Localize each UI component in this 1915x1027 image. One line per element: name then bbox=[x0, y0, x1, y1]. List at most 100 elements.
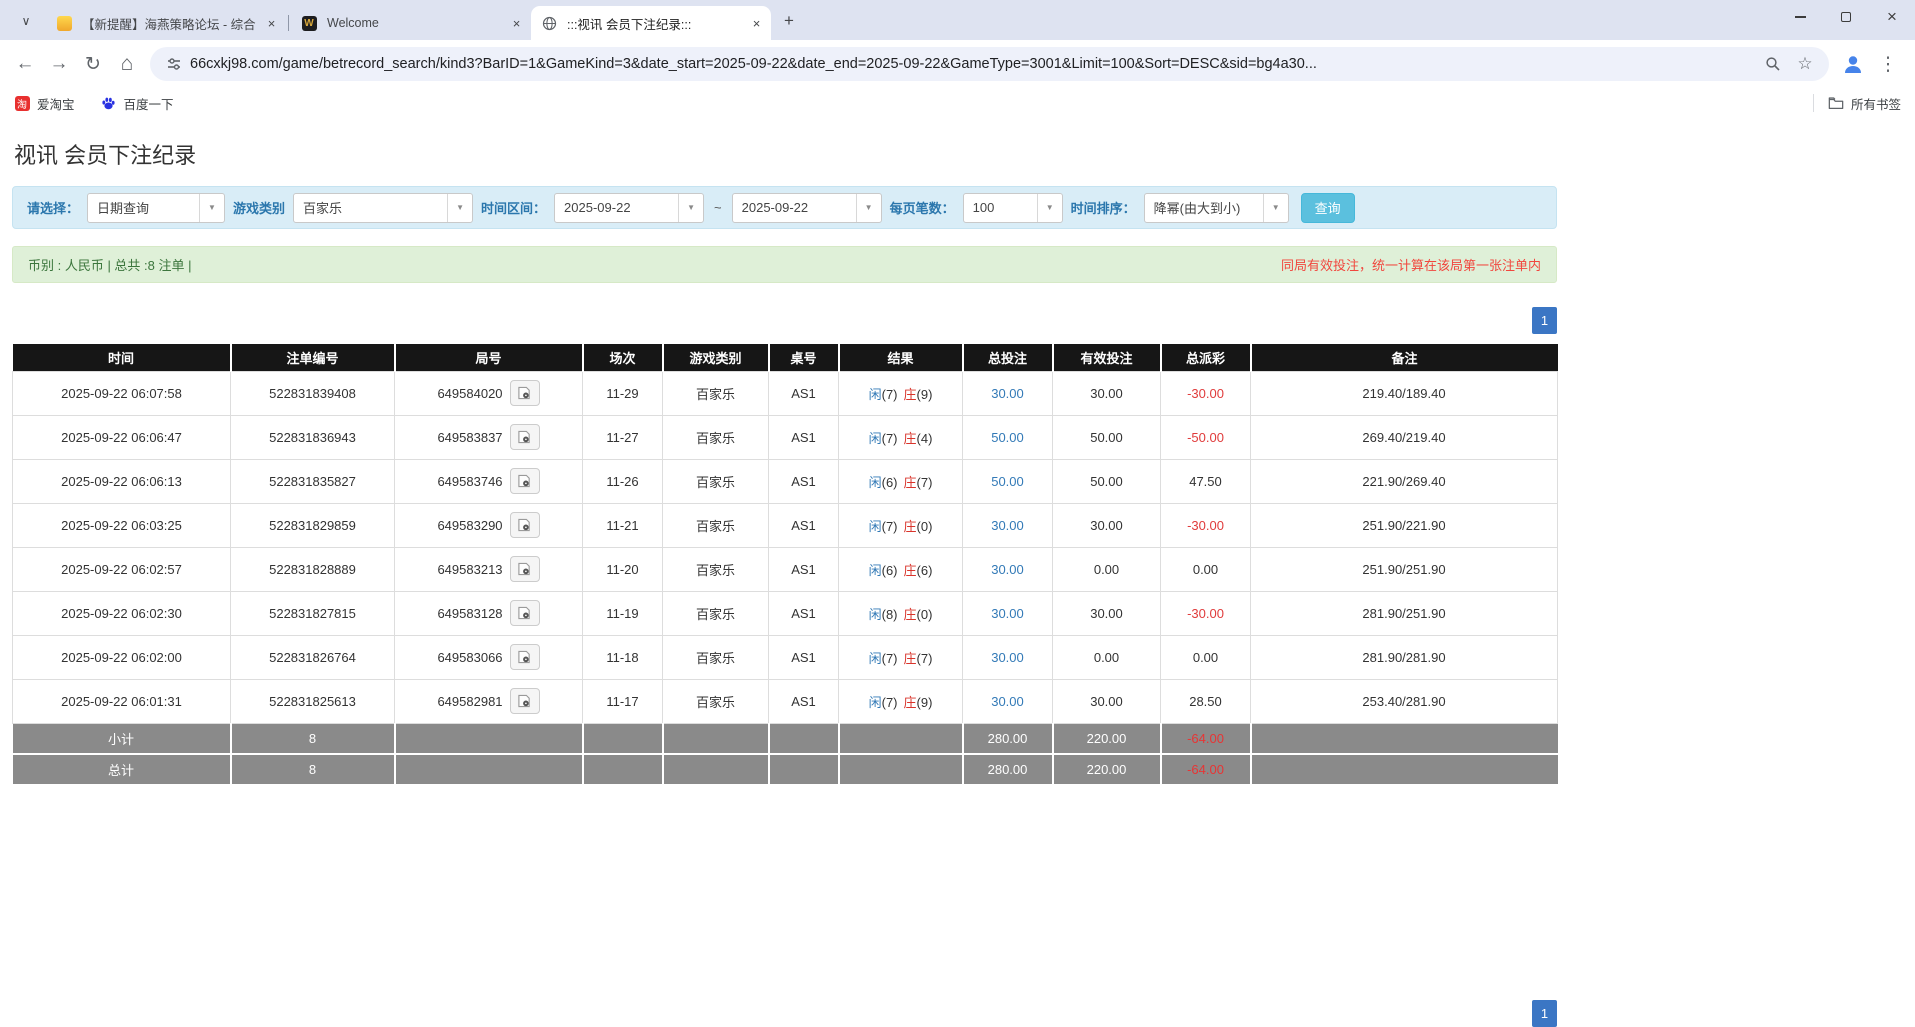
select-label: 请选择： bbox=[27, 198, 79, 217]
notice-text: 同局有效投注，统一计算在该局第一张注单内 bbox=[1281, 255, 1541, 274]
cell-result: 闲(7)庄(0) bbox=[839, 503, 963, 547]
game-type-select[interactable]: 百家乐 ▼ bbox=[293, 193, 473, 223]
cell-total-bet[interactable]: 30.00 bbox=[963, 591, 1053, 635]
cell-note: 269.40/219.40 bbox=[1251, 415, 1558, 459]
profile-avatar[interactable] bbox=[1839, 50, 1867, 78]
close-icon[interactable]: × bbox=[748, 15, 765, 32]
video-icon bbox=[517, 386, 532, 400]
chevron-down-icon[interactable]: ▼ bbox=[1037, 194, 1062, 222]
chevron-down-icon[interactable]: ▼ bbox=[856, 194, 881, 222]
header-session: 场次 bbox=[583, 344, 663, 371]
video-replay-button[interactable] bbox=[510, 644, 540, 670]
banker-score: (9) bbox=[917, 387, 933, 402]
cell-game: 百家乐 bbox=[663, 635, 769, 679]
close-window-button[interactable]: × bbox=[1869, 0, 1915, 34]
tab-search-button[interactable]: ∨ bbox=[12, 7, 40, 35]
player-score: (7) bbox=[882, 431, 898, 446]
search-button[interactable]: 查询 bbox=[1301, 193, 1355, 223]
date-end-input[interactable]: 2025-09-22 ▼ bbox=[732, 193, 882, 223]
new-tab-button[interactable]: + bbox=[775, 7, 803, 35]
bookmark-taobao[interactable]: 淘 爱淘宝 bbox=[14, 94, 75, 113]
cell-session: 11-29 bbox=[583, 371, 663, 415]
chevron-down-icon[interactable]: ▼ bbox=[1263, 194, 1288, 222]
cell-result: 闲(7)庄(4) bbox=[839, 415, 963, 459]
minimize-button[interactable] bbox=[1777, 0, 1823, 34]
banker-score: (0) bbox=[917, 519, 933, 534]
tab-forum[interactable]: 【新提醒】海燕策略论坛 - 综合 × bbox=[46, 6, 286, 40]
video-replay-button[interactable] bbox=[510, 556, 540, 582]
reload-icon: ↻ bbox=[85, 53, 101, 76]
folder-icon bbox=[1828, 95, 1844, 111]
chevron-down-icon[interactable]: ▼ bbox=[447, 194, 472, 222]
site-info-icon[interactable] bbox=[162, 52, 186, 76]
player-score: (6) bbox=[882, 475, 898, 490]
video-replay-button[interactable] bbox=[510, 600, 540, 626]
bookmark-label: 百度一下 bbox=[124, 94, 174, 113]
cell-time: 2025-09-22 06:02:57 bbox=[13, 547, 231, 591]
banker-label: 庄 bbox=[904, 607, 917, 622]
banker-label: 庄 bbox=[904, 387, 917, 402]
round-number: 649583290 bbox=[437, 518, 502, 533]
sort-select[interactable]: 降幂(由大到小) ▼ bbox=[1144, 193, 1289, 223]
home-button[interactable]: ⌂ bbox=[110, 47, 144, 81]
date-end-value: 2025-09-22 bbox=[733, 194, 856, 222]
video-icon bbox=[517, 518, 532, 532]
cell-total-bet[interactable]: 30.00 bbox=[963, 547, 1053, 591]
page-number-button-bottom[interactable]: 1 bbox=[1532, 1000, 1557, 1027]
zoom-icon[interactable] bbox=[1761, 52, 1785, 76]
cell-session: 11-18 bbox=[583, 635, 663, 679]
cell-payout: 0.00 bbox=[1161, 635, 1251, 679]
header-game-type: 游戏类别 bbox=[663, 344, 769, 371]
cell-total-bet[interactable]: 30.00 bbox=[963, 679, 1053, 723]
chevron-down-icon[interactable]: ▼ bbox=[199, 194, 224, 222]
close-icon[interactable]: × bbox=[508, 15, 525, 32]
back-button[interactable]: ← bbox=[8, 47, 42, 81]
round-number: 649583066 bbox=[437, 650, 502, 665]
address-bar[interactable]: 66cxkj98.com/game/betrecord_search/kind3… bbox=[150, 47, 1829, 81]
reload-button[interactable]: ↻ bbox=[76, 47, 110, 81]
cell-total-bet[interactable]: 30.00 bbox=[963, 635, 1053, 679]
cell-table: AS1 bbox=[769, 459, 839, 503]
bookmark-star-icon[interactable]: ☆ bbox=[1793, 52, 1817, 76]
tab-welcome[interactable]: W Welcome × bbox=[291, 6, 531, 40]
browser-menu-button[interactable]: ⋮ bbox=[1871, 47, 1905, 81]
date-range-tilde: ~ bbox=[714, 200, 722, 215]
cell-total-bet[interactable]: 30.00 bbox=[963, 503, 1053, 547]
video-replay-button[interactable] bbox=[510, 468, 540, 494]
video-icon bbox=[517, 606, 532, 620]
bookmark-baidu[interactable]: 百度一下 bbox=[101, 94, 174, 113]
forward-button[interactable]: → bbox=[42, 47, 76, 81]
video-replay-button[interactable] bbox=[510, 424, 540, 450]
forum-favicon bbox=[56, 15, 72, 31]
cell-session: 11-19 bbox=[583, 591, 663, 635]
video-replay-button[interactable] bbox=[510, 512, 540, 538]
cell-payout: 0.00 bbox=[1161, 547, 1251, 591]
cell-note: 251.90/251.90 bbox=[1251, 547, 1558, 591]
cell-game: 百家乐 bbox=[663, 371, 769, 415]
cell-result: 闲(6)庄(6) bbox=[839, 547, 963, 591]
welcome-favicon: W bbox=[301, 15, 317, 31]
date-range-label: 时间区间： bbox=[481, 198, 546, 217]
round-number: 649583746 bbox=[437, 474, 502, 489]
cell-result: 闲(7)庄(7) bbox=[839, 635, 963, 679]
table-row: 2025-09-22 06:06:47 522831836943 6495838… bbox=[13, 415, 1558, 459]
table-row: 2025-09-22 06:01:31 522831825613 6495829… bbox=[13, 679, 1558, 723]
query-mode-select[interactable]: 日期查询 ▼ bbox=[87, 193, 225, 223]
cell-note: 281.90/281.90 bbox=[1251, 635, 1558, 679]
banker-label: 庄 bbox=[904, 695, 917, 710]
maximize-button[interactable] bbox=[1823, 0, 1869, 34]
video-replay-button[interactable] bbox=[510, 688, 540, 714]
banker-score: (7) bbox=[917, 651, 933, 666]
chevron-down-icon[interactable]: ▼ bbox=[678, 194, 703, 222]
video-replay-button[interactable] bbox=[510, 380, 540, 406]
date-start-input[interactable]: 2025-09-22 ▼ bbox=[554, 193, 704, 223]
date-start-value: 2025-09-22 bbox=[555, 194, 678, 222]
cell-total-bet[interactable]: 50.00 bbox=[963, 415, 1053, 459]
cell-total-bet[interactable]: 30.00 bbox=[963, 371, 1053, 415]
cell-total-bet[interactable]: 50.00 bbox=[963, 459, 1053, 503]
all-bookmarks-button[interactable]: 所有书签 bbox=[1828, 94, 1901, 113]
tab-bet-records[interactable]: :::视讯 会员下注纪录::: × bbox=[531, 6, 771, 40]
page-number-button[interactable]: 1 bbox=[1532, 307, 1557, 334]
close-icon[interactable]: × bbox=[263, 15, 280, 32]
per-page-select[interactable]: 100 ▼ bbox=[963, 193, 1063, 223]
